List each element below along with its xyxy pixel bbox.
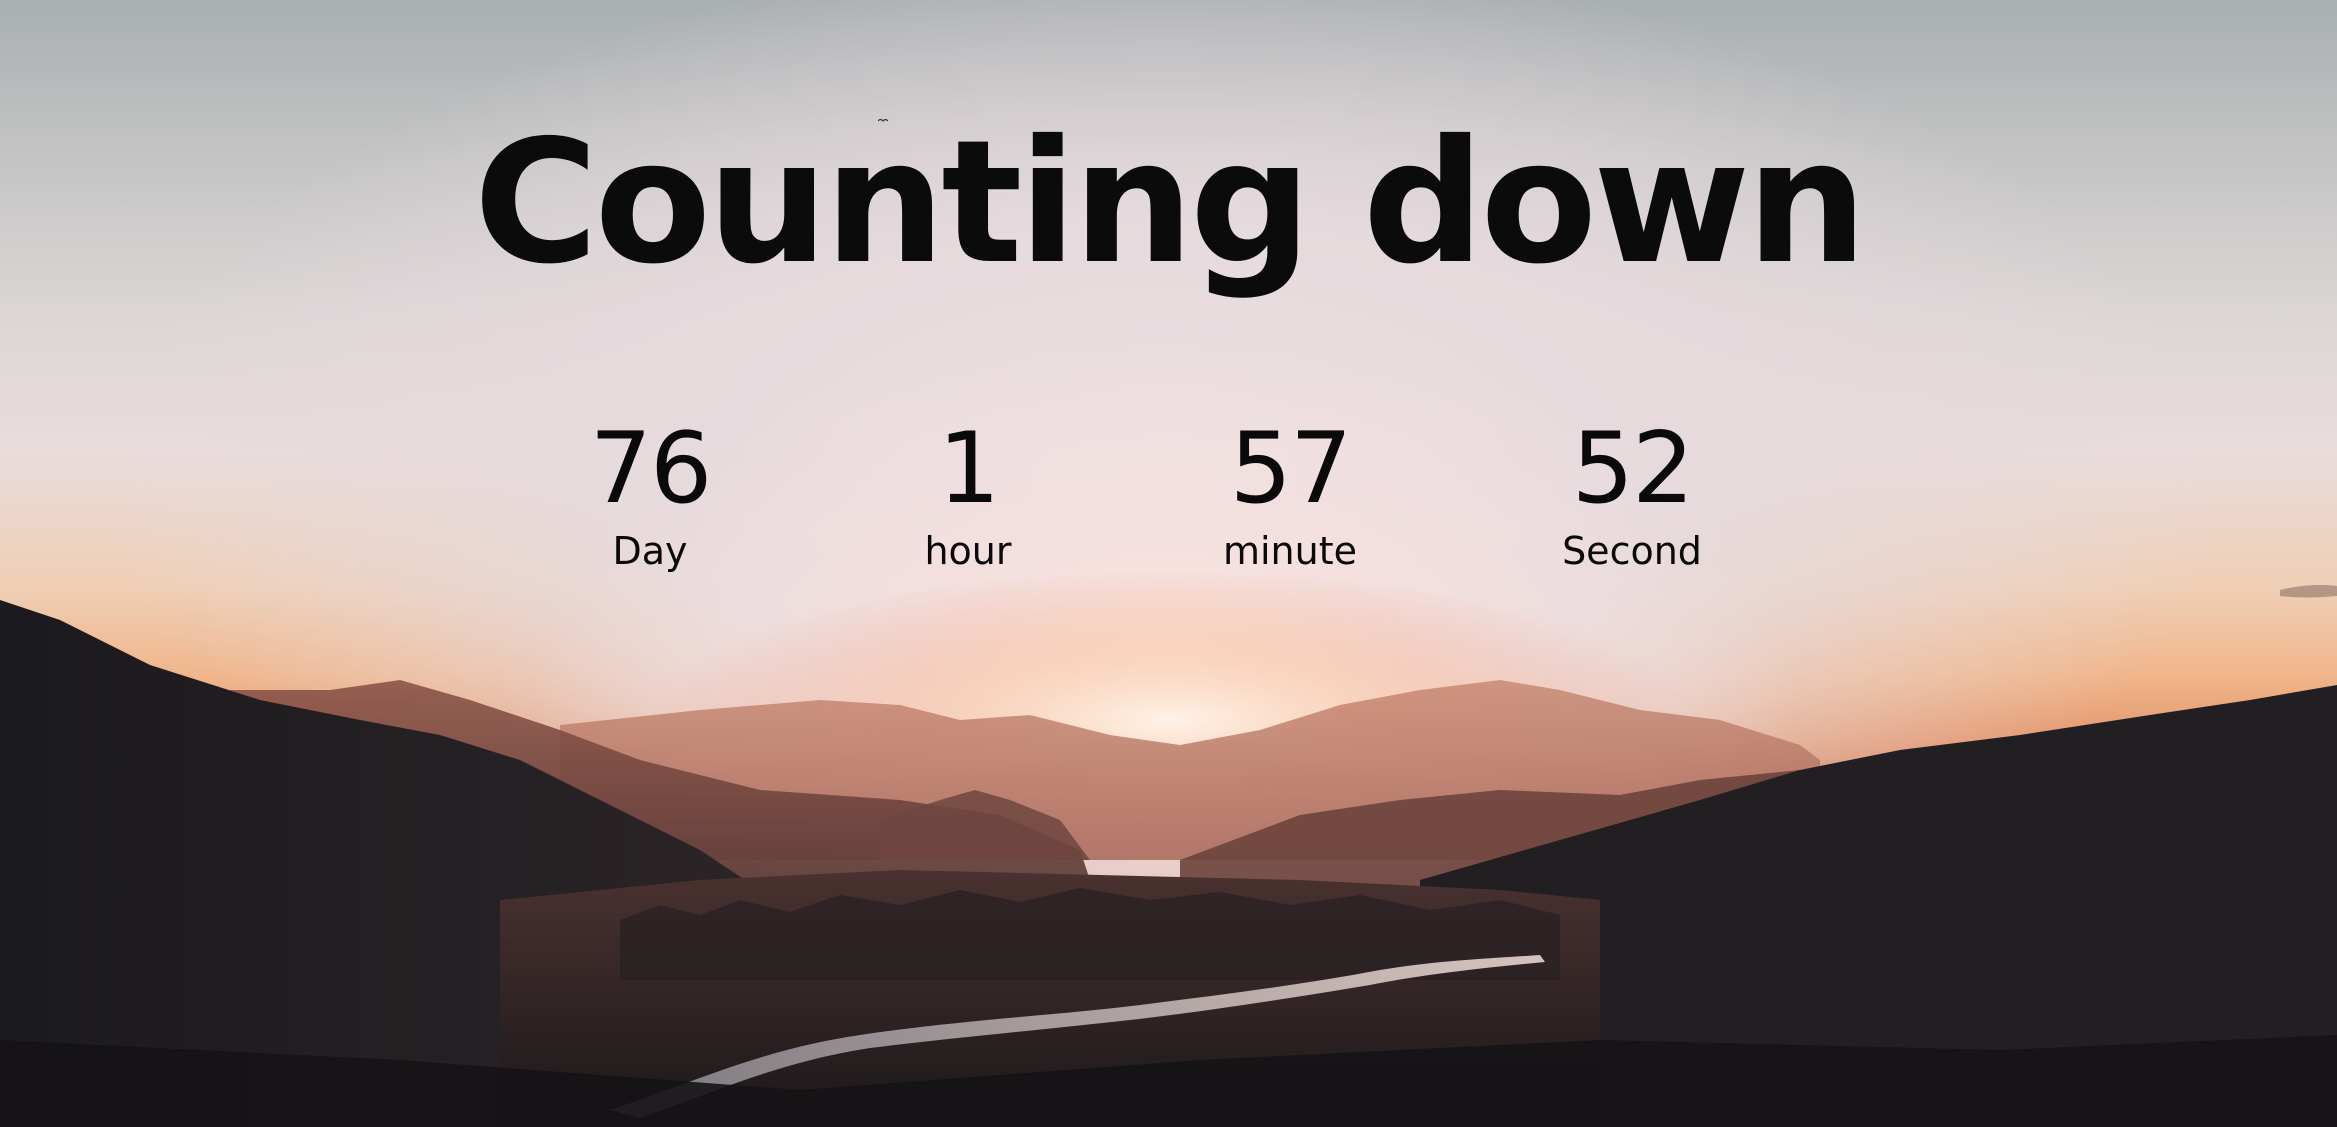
seconds-label: Second (1562, 529, 1702, 573)
seconds-value: 52 (1571, 412, 1695, 526)
countdown-hours: 1 hour (838, 420, 1098, 570)
minutes-value: 57 (1229, 412, 1353, 526)
countdown-minutes: 57 minute (1160, 420, 1420, 570)
minutes-label: minute (1222, 529, 1358, 573)
days-value: 76 (589, 412, 713, 526)
page-title: Counting down (473, 104, 1868, 302)
countdown-timer: 76 Day 1 hour 57 minute 52 Second (0, 420, 2337, 600)
countdown-seconds: 52 Second (1502, 420, 1762, 570)
countdown-days: 76 Day (520, 420, 780, 570)
days-label: Day (612, 529, 688, 573)
hours-value: 1 (937, 412, 1000, 526)
countdown-page: Counting down 76 Day 1 hour 57 minute 52… (0, 0, 2337, 1127)
hours-label: hour (924, 529, 1012, 573)
